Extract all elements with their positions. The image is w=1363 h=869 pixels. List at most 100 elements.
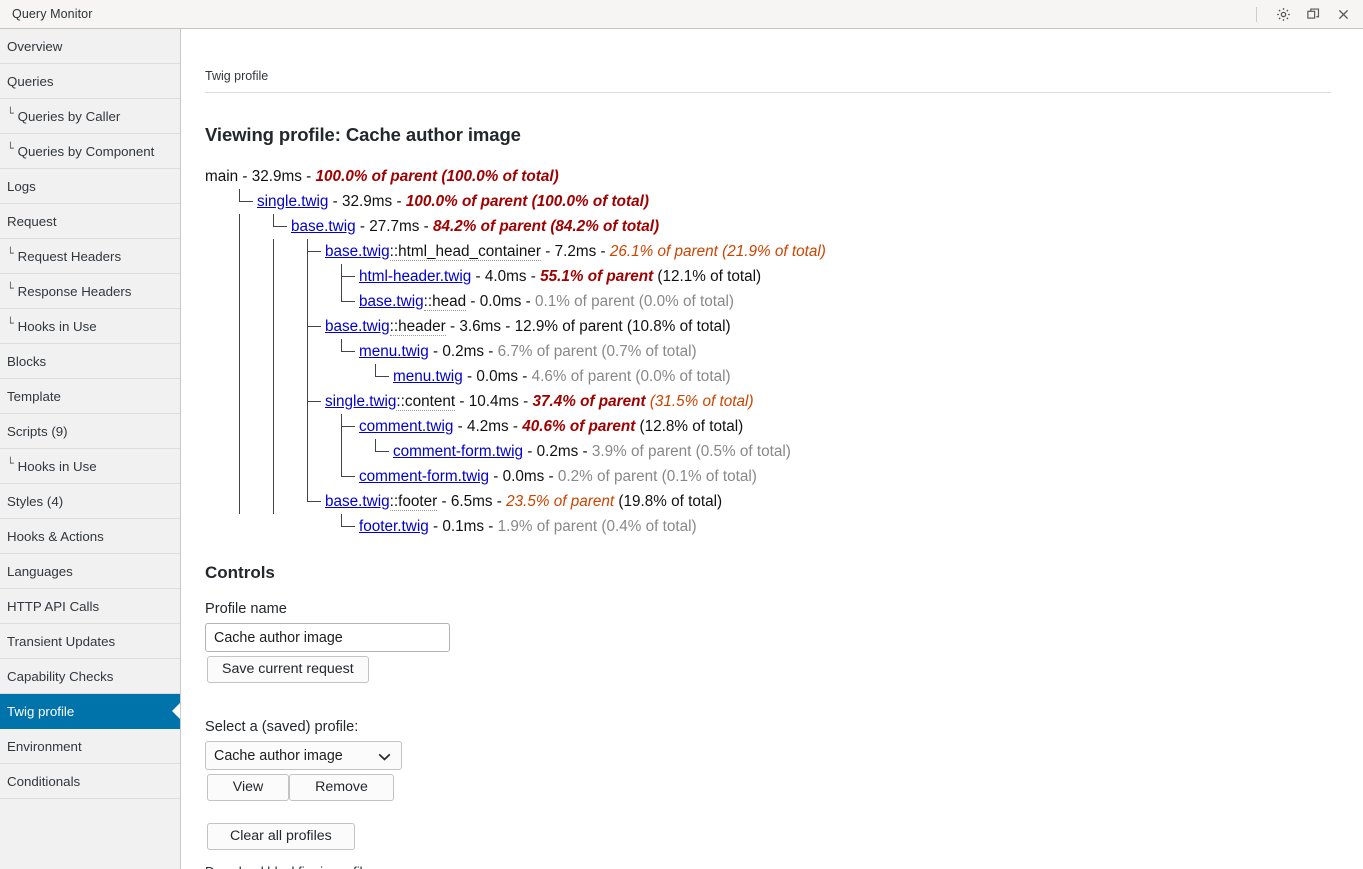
tree-node-duration: 6.5ms [450,493,493,510]
tree-guides [205,264,361,289]
tree-template-link[interactable]: single.twig [257,193,328,210]
sidebar-item-blocks[interactable]: Blocks [0,344,180,379]
tree-separator: - [462,368,477,385]
tree-template-link[interactable]: comment-form.twig [393,443,523,460]
tree-guides [205,239,327,264]
tree-node-parent-percent: 55.1% of parent [540,268,654,285]
tree-separator: - [518,393,533,410]
sidebar-item-label: Response Headers [17,283,132,299]
sidebar-item-label: Capability Checks [7,668,114,684]
view-profile-button[interactable]: View [207,774,289,801]
profile-tree-row: single.twig::content - 10.4ms - 37.4% of… [205,389,1331,414]
tree-template-link[interactable]: base.twig [325,243,390,260]
tree-node-name: main [205,168,239,185]
sidebar-item-twig-profile[interactable]: Twig profile [0,694,180,729]
sidebar-item-conditionals[interactable]: Conditionals [0,764,180,799]
sidebar-item-queries-by-component[interactable]: └ Queries by Component [0,134,180,169]
profile-tree-row: single.twig - 32.9ms - 100.0% of parent … [205,189,1331,214]
tree-node-total-percent: (84.2% of total) [550,218,660,235]
sidebar-item-environment[interactable]: Environment [0,729,180,764]
tree-guides [205,364,395,389]
tree-node-parent-percent: 40.6% of parent [522,418,636,435]
profile-tree-row: comment-form.twig - 0.2ms - 3.9% of pare… [205,439,1331,464]
saved-profile-select[interactable]: Cache author image [205,741,402,770]
tree-node-parent-percent: 12.9% of parent [514,318,623,335]
tree-separator: - [419,218,434,235]
tree-template-link[interactable]: menu.twig [359,343,429,360]
sidebar-item-transient-updates[interactable]: Transient Updates [0,624,180,659]
tree-node-duration: 0.0ms [476,368,518,385]
sidebar-item-hooks-actions[interactable]: Hooks & Actions [0,519,180,554]
tree-template-link[interactable]: single.twig [325,393,396,410]
tree-template-link[interactable]: base.twig [325,493,390,510]
settings-icon[interactable] [1269,0,1297,28]
sidebar-item-request-headers[interactable]: └ Request Headers [0,239,180,274]
sidebar-item-template[interactable]: Template [0,379,180,414]
sidebar-item-label: Overview [7,38,63,54]
profile-tree-row: base.twig::html_head_container - 7.2ms -… [205,239,1331,264]
tree-separator: - [541,243,555,260]
sidebar-item-queries-by-caller[interactable]: └ Queries by Caller [0,99,180,134]
tree-separator: - [578,443,592,460]
tree-guides [205,514,361,539]
tree-node-duration: 32.9ms [342,193,393,210]
profile-tree-entry: comment.twig - 4.2ms - 40.6% of parent (… [359,414,743,439]
tree-separator: - [471,268,485,285]
tree-template-link[interactable]: base.twig [359,293,424,310]
tree-node-duration: 3.6ms [459,318,502,335]
download-blackfire-link[interactable]: Download blackfire.io profile [205,864,1331,869]
tree-template-link[interactable]: base.twig [291,218,356,235]
tree-node-total-percent: (100.0% of total) [441,168,559,185]
sidebar-item-label: Request Headers [17,248,122,264]
tree-guides [205,489,327,514]
restore-window-icon[interactable] [1299,0,1327,28]
profile-tree-entry: menu.twig - 0.0ms - 4.6% of parent (0.0%… [393,364,731,389]
sidebar-item-scripts-9[interactable]: Scripts (9) [0,414,180,449]
tree-block-name: ::header [389,318,446,336]
sidebar-item-capability-checks[interactable]: Capability Checks [0,659,180,694]
window-title: Query Monitor [12,7,93,21]
tree-separator: - [301,168,316,185]
profile-name-input[interactable] [205,623,450,652]
sidebar-item-logs[interactable]: Logs [0,169,180,204]
tree-node-parent-percent: 0.2% of parent [557,468,658,485]
sidebar-item-http-api-calls[interactable]: HTTP API Calls [0,589,180,624]
tree-template-link[interactable]: html-header.twig [359,268,471,285]
save-current-request-button[interactable]: Save current request [207,656,369,683]
profile-tree-row: html-header.twig - 4.0ms - 55.1% of pare… [205,264,1331,289]
profile-tree-entry: single.twig - 32.9ms - 100.0% of parent … [257,189,649,214]
controls-spacer [205,683,1331,701]
close-icon[interactable] [1329,0,1357,28]
sidebar-item-request[interactable]: Request [0,204,180,239]
sidebar-item-response-headers[interactable]: └ Response Headers [0,274,180,309]
profile-tree-row: base.twig::head - 0.0ms - 0.1% of parent… [205,289,1331,314]
tree-guides [205,389,327,414]
sidebar-item-languages[interactable]: Languages [0,554,180,589]
sidebar-item-queries[interactable]: Queries [0,64,180,99]
tree-separator: - [523,443,537,460]
clear-all-profiles-button[interactable]: Clear all profiles [207,823,355,850]
tree-template-link[interactable]: comment-form.twig [359,468,489,485]
sidebar-item-hooks-in-use[interactable]: └ Hooks in Use [0,449,180,484]
tree-template-link[interactable]: footer.twig [359,518,429,535]
tree-node-total-percent: (21.9% of total) [722,243,826,260]
sidebar-item-label: Scripts (9) [7,423,68,439]
tree-separator: - [445,318,460,335]
profile-action-row: View Remove [205,774,1331,801]
sidebar-item-label: Queries by Caller [17,108,121,124]
sidebar-item-styles-4[interactable]: Styles (4) [0,484,180,519]
profile-tree-entry: single.twig::content - 10.4ms - 37.4% of… [325,389,754,414]
tree-separator: - [492,493,507,510]
sidebar-item-overview[interactable]: Overview [0,29,180,64]
sidebar-item-hooks-in-use[interactable]: └ Hooks in Use [0,309,180,344]
profile-tree: main - 32.9ms - 100.0% of parent (100.0%… [205,164,1331,539]
tree-guides [205,464,361,489]
remove-profile-button[interactable]: Remove [289,774,394,801]
tree-template-link[interactable]: base.twig [325,318,390,335]
tree-node-parent-percent: 100.0% of parent [405,193,528,210]
tree-separator: - [483,343,498,360]
tree-node-duration: 27.7ms [369,218,420,235]
tree-template-link[interactable]: comment.twig [359,418,453,435]
tree-template-link[interactable]: menu.twig [393,368,463,385]
profile-tree-entry: base.twig::html_head_container - 7.2ms -… [325,239,826,264]
